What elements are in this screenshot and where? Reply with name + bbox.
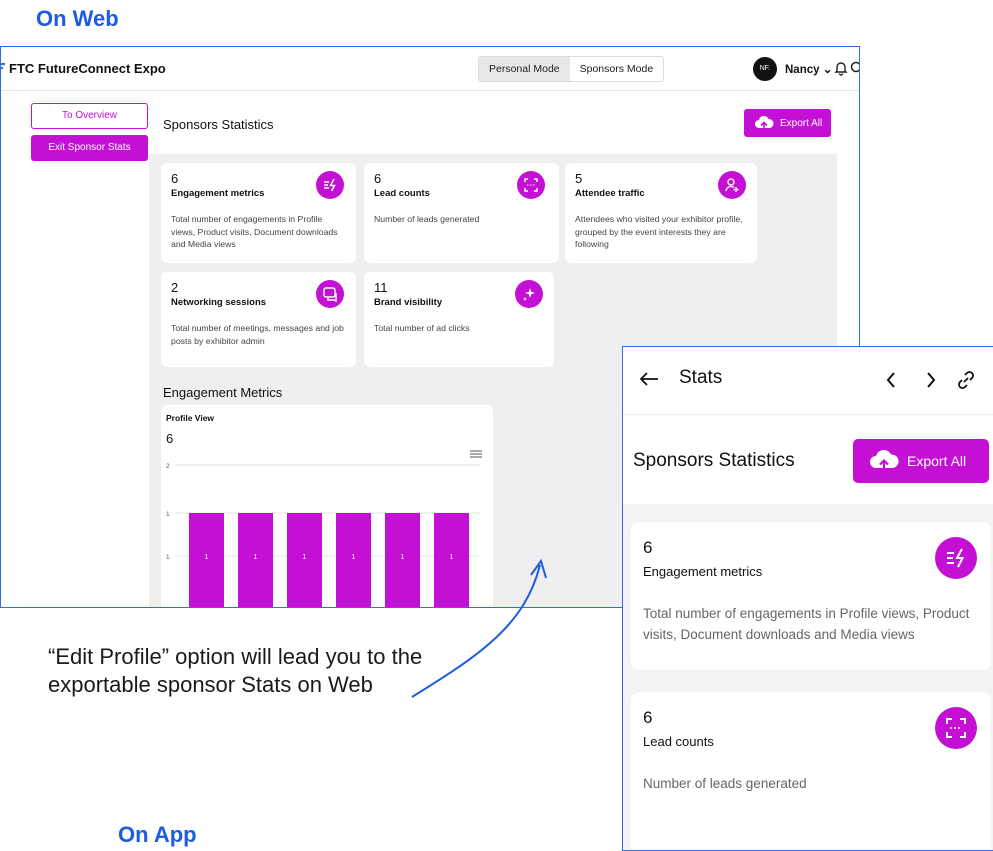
exit-sponsor-stats-button[interactable]: Exit Sponsor Stats [31, 135, 148, 161]
search-icon[interactable] [849, 60, 860, 76]
stat-desc: Attendees who visited your exhibitor pro… [575, 214, 743, 249]
chart-y-tick-label: 1 [166, 511, 170, 518]
app-stat-card-leads[interactable]: 6 Lead counts Number of leads generated [631, 692, 991, 850]
web-topbar: FTC FutureConnect Expo Personal Mode Spo… [1, 47, 860, 91]
annotation-arrow [411, 558, 547, 698]
app-page-title: Sponsors Statistics [633, 450, 795, 471]
stat-card-engagement[interactable]: 6 Engagement metrics Total number of eng… [161, 163, 356, 263]
chart-y-tick-label: 2 [166, 463, 170, 470]
export-all-button[interactable]: Export All [744, 109, 831, 137]
chart-data-label: 1 [352, 554, 356, 561]
brand-logo-icon [1, 63, 5, 70]
chevron-down-icon: ⌄ [822, 64, 833, 76]
stat-desc: Total number of ad clicks [374, 323, 470, 333]
chat-icon [316, 280, 344, 308]
link-icon[interactable] [955, 369, 977, 391]
stat-value: 6 [643, 708, 653, 727]
stat-desc: Number of leads generated [643, 776, 807, 791]
sponsors-mode-tab[interactable]: Sponsors Mode [570, 57, 664, 81]
scan-icon [517, 171, 545, 199]
divider [623, 414, 993, 415]
stat-value: 6 [643, 538, 653, 557]
on-app-label: On App [118, 822, 197, 847]
chart-total: 6 [166, 431, 174, 446]
engagement-metrics-heading: Engagement Metrics [163, 385, 283, 400]
bell-icon[interactable] [833, 60, 849, 76]
cloud-upload-icon [870, 449, 899, 471]
stat-title: Engagement metrics [643, 564, 763, 579]
page-title: Sponsors Statistics [163, 117, 274, 132]
engagement-icon [935, 537, 977, 579]
stat-card-attendee[interactable]: 5 Attendee traffic Attendees who visited… [565, 163, 757, 263]
mode-switch: Personal Mode Sponsors Mode [478, 56, 665, 82]
personal-mode-tab[interactable]: Personal Mode [479, 57, 570, 81]
chevron-right-icon[interactable] [925, 371, 937, 389]
annotation-line-1: “Edit Profile” option will lead you to t… [48, 644, 423, 669]
app-export-all-button[interactable]: Export All [853, 439, 989, 483]
stat-desc: Total number of engagements in Profile v… [643, 606, 970, 642]
chart-title: Profile View [166, 413, 215, 423]
user-menu[interactable]: Nancy ⌄ [785, 62, 832, 76]
stat-card-leads[interactable]: 6 Lead counts Number of leads generated [364, 163, 559, 263]
on-web-label: On Web [36, 6, 119, 31]
stat-desc: Total number of meetings, messages and j… [171, 323, 344, 346]
to-overview-button[interactable]: To Overview [31, 103, 148, 129]
user-name: Nancy [785, 64, 820, 76]
annotation-text: “Edit Profile” option will lead you to t… [48, 643, 422, 699]
app-export-all-label: Export All [907, 453, 967, 469]
chevron-left-icon[interactable] [885, 371, 897, 389]
stat-desc: Total number of engagements in Profile v… [171, 214, 338, 249]
stat-card-networking[interactable]: 2 Networking sessions Total number of me… [161, 272, 356, 367]
app-title: Stats [679, 367, 723, 388]
avatar[interactable]: NF. [753, 57, 777, 81]
annotation-line-2: exportable sponsor Stats on Web [48, 672, 373, 697]
chart-data-label: 1 [254, 554, 258, 561]
back-arrow-icon[interactable] [639, 371, 659, 387]
app-window: Stats Sponsors Statistics Export All 6 E… [622, 346, 993, 851]
brand-name: FTC FutureConnect Expo [9, 61, 166, 76]
stat-card-brand[interactable]: 11 Brand visibility Total number of ad c… [364, 272, 554, 367]
cloud-upload-icon [755, 115, 774, 130]
chart-data-label: 1 [205, 554, 209, 561]
user-add-icon [718, 171, 746, 199]
chart-y-tick-label: 1 [166, 554, 170, 561]
engagement-icon [316, 171, 344, 199]
stat-desc: Number of leads generated [374, 214, 480, 224]
stat-title: Lead counts [643, 734, 714, 749]
export-all-label: Export All [780, 117, 823, 129]
sparkle-icon [515, 280, 543, 308]
scan-icon [935, 707, 977, 749]
app-stat-card-engagement[interactable]: 6 Engagement metrics Total number of eng… [631, 522, 991, 670]
chart-data-label: 1 [303, 554, 307, 561]
